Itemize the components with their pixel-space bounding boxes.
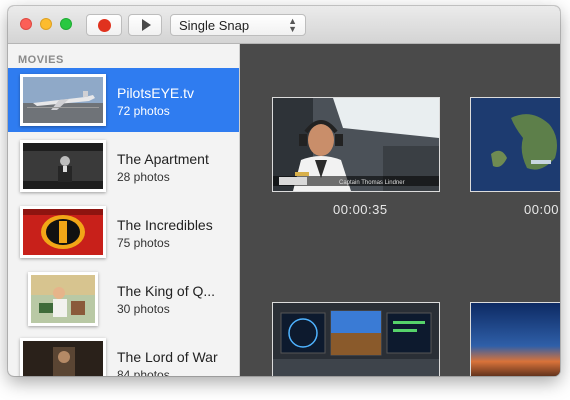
movie-title: The King of Q... [117, 283, 216, 299]
movie-title: The Lord of War [117, 349, 218, 365]
record-icon [97, 18, 111, 32]
movie-item-the-king-of-q[interactable]: The King of Q... 30 photos [8, 266, 239, 330]
movie-item-pilotseye[interactable]: PilotsEYE.tv 72 photos [8, 68, 239, 132]
app-window: Single Snap ▲ ▼ MOVIES PilotsEYE.tv 72 ph… [8, 6, 560, 376]
play-button[interactable] [128, 14, 162, 36]
snapshot-frame[interactable] [470, 97, 560, 192]
snapshot-frame[interactable]: Captain Thomas Lindner [272, 97, 440, 192]
movies-sidebar: MOVIES PilotsEYE.tv 72 photos The Apartm… [8, 44, 240, 376]
bw-scene-thumbnail-image [23, 143, 103, 189]
movie-item-the-lord-of-war[interactable]: The Lord of War 84 photos [8, 332, 239, 376]
movie-item-the-apartment[interactable]: The Apartment 28 photos [8, 134, 239, 198]
movie-thumbnail [28, 272, 98, 326]
snapshot-frame[interactable] [470, 302, 560, 376]
snapshot-timestamp: 00:00: [524, 202, 560, 217]
close-window-button[interactable] [20, 18, 32, 30]
incredibles-logo-thumbnail-image [23, 209, 103, 255]
movie-thumbnail [20, 74, 106, 126]
airplane-thumbnail-image [23, 77, 103, 123]
snapshot-frame[interactable] [272, 302, 440, 376]
play-icon [141, 19, 151, 31]
poster-thumbnail-image [31, 275, 95, 323]
movie-photo-count: 28 photos [117, 170, 170, 184]
cockpit-instruments-frame-image [273, 303, 439, 376]
updown-chevron-icon: ▲ ▼ [288, 16, 297, 34]
movie-thumbnail [20, 140, 106, 192]
zoom-window-button[interactable] [60, 18, 72, 30]
snap-mode-value: Single Snap [179, 17, 250, 33]
snapshots-grid: Captain Thomas Lindner 00:00:35 00:00: [240, 44, 560, 376]
snapshot-timestamp: 00:00:35 [333, 202, 388, 217]
sunset-sky-frame-image [471, 303, 560, 376]
cockpit-pilot-frame-image: Captain Thomas Lindner [273, 98, 439, 191]
movie-title: PilotsEYE.tv [117, 85, 195, 101]
satellite-map-frame-image [471, 98, 560, 191]
sidebar-section-header: MOVIES [18, 54, 64, 66]
movie-thumbnail [20, 338, 106, 376]
title-bar: Single Snap ▲ ▼ [8, 6, 560, 44]
movie-item-the-incredibles[interactable]: The Incredibles 75 photos [8, 200, 239, 264]
svg-text:Captain Thomas Lindner: Captain Thomas Lindner [339, 180, 405, 186]
movie-photo-count: 75 photos [117, 236, 170, 250]
movie-photo-count: 84 photos [117, 368, 170, 376]
movie-thumbnail [20, 206, 106, 258]
record-button[interactable] [86, 14, 122, 36]
movie-photo-count: 72 photos [117, 104, 170, 118]
movie-title: The Apartment [117, 151, 209, 167]
movie-photo-count: 30 photos [117, 302, 170, 316]
movie-title: The Incredibles [117, 217, 213, 233]
minimize-window-button[interactable] [40, 18, 52, 30]
snap-mode-select[interactable]: Single Snap ▲ ▼ [170, 14, 306, 36]
dark-scene-thumbnail-image [23, 341, 103, 376]
